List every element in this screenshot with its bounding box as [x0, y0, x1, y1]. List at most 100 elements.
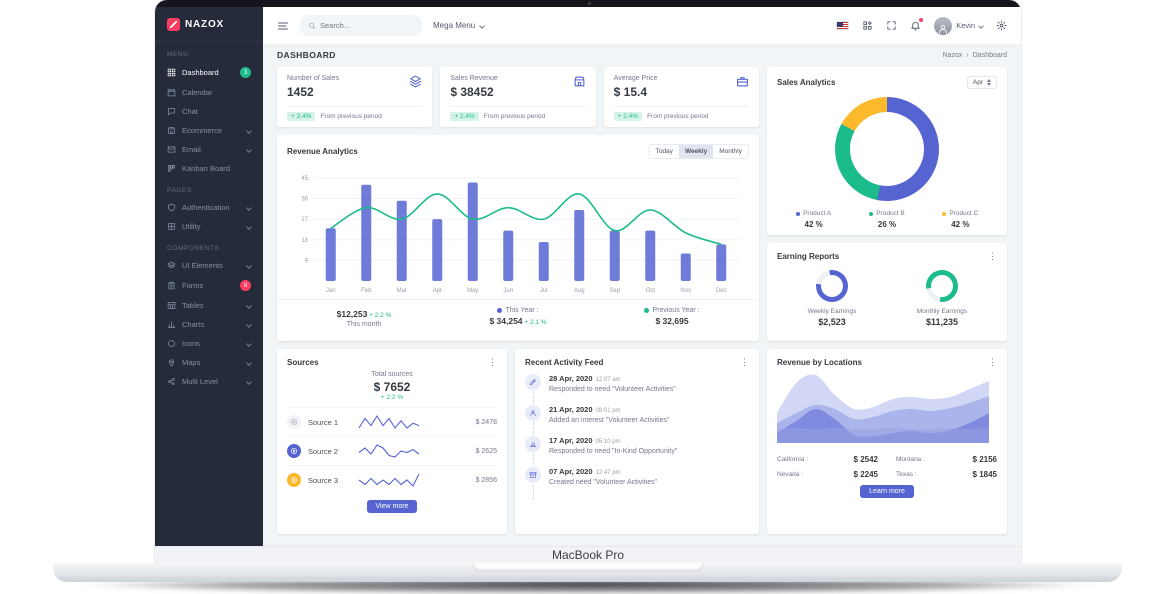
- sidebar-item-email[interactable]: Email: [155, 140, 263, 159]
- sidebar-item-dashboard[interactable]: Dashboard3: [155, 62, 263, 83]
- kebab-menu-icon[interactable]: ⋮: [488, 358, 497, 367]
- sidebar-item-multi-level[interactable]: Multi Level: [155, 372, 263, 391]
- kebab-menu-icon[interactable]: ⋮: [988, 252, 997, 261]
- app-logo[interactable]: NAZOX: [155, 15, 263, 42]
- main-area: Mega Menu Kevin DASHBOARD Nazox›Dashboar…: [263, 7, 1021, 546]
- sales-donut-chart: [835, 97, 939, 201]
- calendar-icon: [167, 88, 176, 97]
- sidebar-item-kanban-board[interactable]: Kanban Board: [155, 159, 263, 178]
- stat-cards-row: Number of Sales1452+ 2.4%From previous p…: [277, 67, 759, 127]
- settings-button[interactable]: [996, 20, 1007, 31]
- ui-elements-icon: [167, 261, 176, 270]
- total-sources-value: $ 7652: [287, 380, 497, 394]
- sidebar-item-calendar[interactable]: Calendar: [155, 83, 263, 102]
- breadcrumb-separator: ›: [966, 52, 968, 59]
- sidebar-item-label: Ecommerce: [182, 126, 222, 135]
- menu-icon: [277, 20, 289, 32]
- learn-more-button[interactable]: Learn more: [860, 485, 914, 498]
- month-select[interactable]: Apr: [967, 76, 997, 89]
- sidebar-item-tables[interactable]: Tables: [155, 296, 263, 315]
- sidebar: NAZOX MENUDashboard3Calendar Chat Ecommerc…: [155, 7, 263, 546]
- stat-value: 1452: [287, 85, 339, 99]
- earning-weekly-earnings: Weekly Earnings$2,523: [777, 270, 887, 327]
- activity-item: 21 Apr, 202008:01 pmAdded an interest "V…: [525, 405, 749, 436]
- activity-date: 17 Apr, 202005:10 pm: [549, 436, 749, 445]
- macbook-notch: [472, 563, 704, 572]
- sidebar-item-label: Chat: [182, 107, 198, 116]
- menu-toggle-button[interactable]: [277, 20, 289, 32]
- sidebar-item-charts[interactable]: Charts: [155, 315, 263, 334]
- tab-monthly[interactable]: Monthly: [713, 145, 748, 158]
- activity-time: 12:47 pm: [596, 470, 621, 476]
- coin-icon: [290, 447, 298, 455]
- sidebar-item-forms[interactable]: Forms8: [155, 275, 263, 296]
- sidebar-item-label: Dashboard: [182, 68, 219, 77]
- sidebar-item-label: Authentication: [182, 203, 230, 212]
- tab-today[interactable]: Today: [650, 145, 679, 158]
- legend-item-product-b: Product B26 %: [850, 210, 923, 229]
- topbar: Mega Menu Kevin: [263, 7, 1021, 44]
- user-icon: [529, 409, 537, 417]
- source-avatar: [287, 473, 301, 487]
- maps-icon: [167, 358, 176, 367]
- sidebar-item-authentication[interactable]: Authentication: [155, 198, 263, 217]
- chevron-down-icon: [246, 322, 252, 328]
- sidebar-item-label: Charts: [182, 320, 204, 329]
- total-sources-label: Total sources: [287, 371, 497, 378]
- user-icon: [525, 405, 541, 421]
- sidebar-item-chat[interactable]: Chat: [155, 102, 263, 121]
- source-name: Source 2: [308, 447, 350, 456]
- this-year-value: $ 34,254: [489, 316, 522, 326]
- stat-title: Number of Sales: [287, 75, 339, 82]
- chevron-down-icon: [246, 224, 252, 230]
- source-name: Source 3: [308, 476, 350, 485]
- apps-grid-button[interactable]: [862, 20, 873, 31]
- sidebar-section-label: MENU: [155, 42, 263, 62]
- notifications-button[interactable]: [910, 20, 921, 31]
- revenue-locations-title: Revenue by Locations: [777, 358, 862, 367]
- flag-us-icon[interactable]: [836, 21, 849, 30]
- legend-dot: [644, 308, 649, 313]
- revenue-previous-year: Previous Year :$ 32,695: [595, 307, 749, 328]
- sidebar-item-icons[interactable]: Icons: [155, 334, 263, 353]
- search-input[interactable]: [320, 21, 410, 30]
- sources-title: Sources: [287, 358, 319, 367]
- sidebar-item-maps[interactable]: Maps: [155, 353, 263, 372]
- activity-date: 28 Apr, 202012:07 am: [549, 374, 749, 383]
- sidebar-item-label: Maps: [182, 358, 200, 367]
- revenue-locations-card: Revenue by Locations ⋮ California :$ 254…: [767, 349, 1007, 534]
- pencil-icon: [529, 378, 537, 386]
- source-row-3[interactable]: Source 3$ 2856: [287, 465, 497, 494]
- sidebar-item-ecommerce[interactable]: Ecommerce: [155, 121, 263, 140]
- sidebar-item-utility[interactable]: Utility: [155, 217, 263, 236]
- avatar: [934, 17, 952, 35]
- stat-note: From previous period: [647, 113, 708, 120]
- svg-text:27: 27: [301, 217, 308, 223]
- user-menu-button[interactable]: Kevin: [934, 17, 983, 35]
- source-row-1[interactable]: Source 1$ 2478: [287, 407, 497, 436]
- location-stat-montana: Montana :$ 2156: [896, 455, 997, 464]
- stat-card-average-price: Average Price$ 15.4+ 2.4%From previous p…: [604, 67, 759, 127]
- kebab-menu-icon[interactable]: ⋮: [988, 358, 997, 367]
- webcam-dot: [588, 2, 591, 5]
- this-month-delta: + 2.2 %: [367, 312, 391, 319]
- sidebar-item-ui-elements[interactable]: UI Elements: [155, 256, 263, 275]
- forms-icon: [167, 281, 176, 290]
- source-row-2[interactable]: Source 2$ 2625: [287, 436, 497, 465]
- breadcrumb-item[interactable]: Nazox: [943, 52, 963, 59]
- sidebar-item-label: Icons: [182, 339, 200, 348]
- previous-year-value: $ 32,695: [595, 316, 749, 326]
- source-sparkline: [357, 471, 421, 489]
- svg-text:Aug: Aug: [574, 288, 585, 294]
- tab-weekly[interactable]: Weekly: [679, 145, 713, 158]
- svg-text:45: 45: [301, 176, 308, 182]
- ecommerce-icon: [167, 126, 176, 135]
- earning-reports-card: Earning Reports ⋮ Weekly Earnings$2,523M…: [767, 243, 1007, 341]
- location-stat-texas: Texas :$ 1845: [896, 470, 997, 479]
- fullscreen-button[interactable]: [886, 20, 897, 31]
- page-title: DASHBOARD: [277, 50, 336, 60]
- revenue-tabs: TodayWeeklyMonthly: [649, 144, 749, 159]
- view-more-button[interactable]: View more: [367, 500, 418, 513]
- mega-menu-button[interactable]: Mega Menu: [433, 21, 484, 30]
- kebab-menu-icon[interactable]: ⋮: [740, 358, 749, 367]
